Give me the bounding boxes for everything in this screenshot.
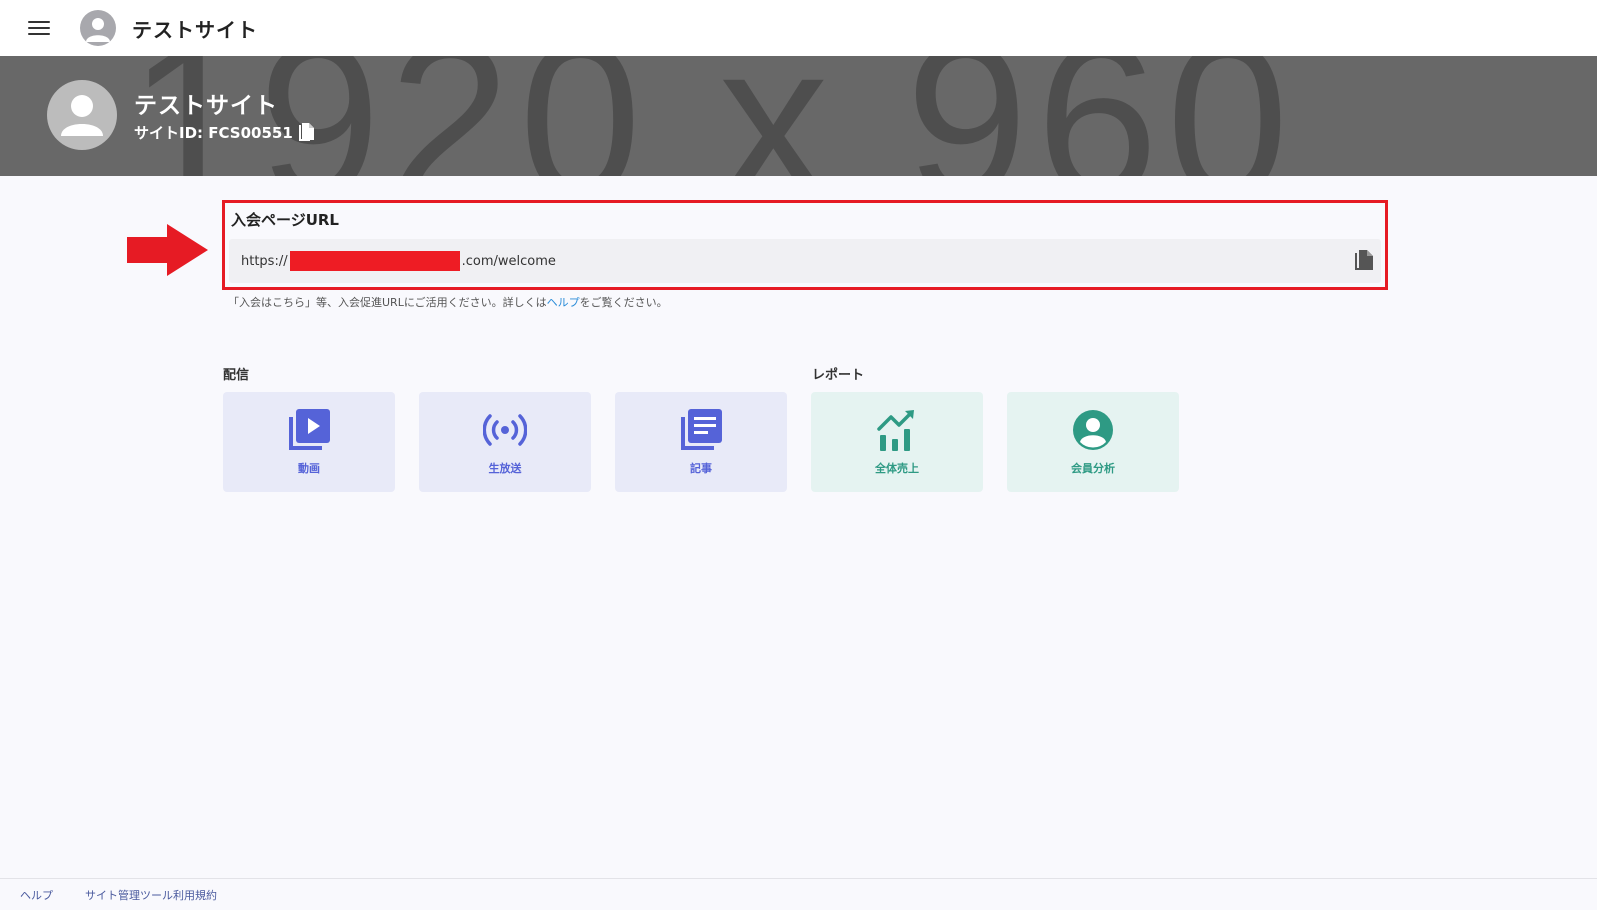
footer-terms-link[interactable]: サイト管理ツール利用規約	[85, 887, 217, 903]
help-link[interactable]: ヘルプ	[547, 296, 580, 309]
note-text: 「入会はこちら」等、入会促進URLにご活用ください。詳しくは	[228, 296, 547, 309]
tile-article[interactable]: 記事	[615, 392, 787, 492]
join-url-note: 「入会はこちら」等、入会促進URLにご活用ください。詳しくはヘルプをご覧ください…	[228, 294, 668, 310]
site-id: サイトID: FCS00551	[134, 122, 315, 143]
site-banner: 1920 x 960 テストサイト サイトID: FCS00551	[0, 56, 1597, 176]
person-icon	[61, 95, 103, 136]
article-icon	[681, 409, 722, 450]
join-url-field[interactable]: https:// .com/welcome	[229, 239, 1381, 283]
copy-icon[interactable]	[1355, 250, 1375, 272]
video-library-icon	[289, 409, 330, 450]
footer: ヘルプ サイト管理ツール利用規約	[0, 878, 1597, 910]
site-id-text: サイトID: FCS00551	[134, 124, 293, 142]
copy-icon[interactable]	[298, 122, 315, 143]
section-title-delivery: 配信	[223, 368, 250, 383]
tile-label: 動画	[298, 462, 320, 475]
site-avatar	[47, 80, 117, 150]
tile-label: 生放送	[488, 462, 522, 475]
person-icon	[86, 18, 110, 42]
avatar[interactable]	[80, 10, 116, 46]
section-title-report: レポート	[812, 368, 865, 383]
tile-label: 記事	[690, 462, 712, 475]
top-app-bar: テストサイト	[0, 0, 1597, 56]
url-prefix: https://	[241, 253, 288, 269]
tile-label: 全体売上	[875, 462, 919, 475]
live-broadcast-icon	[483, 414, 527, 446]
app-title: テストサイト	[132, 17, 258, 42]
footer-help-link[interactable]: ヘルプ	[20, 887, 53, 903]
annotation-arrow-icon	[127, 224, 208, 276]
site-name: テストサイト	[134, 93, 278, 119]
tile-live[interactable]: 生放送	[419, 392, 591, 492]
hamburger-menu-icon[interactable]	[28, 19, 50, 37]
join-url-label: 入会ページURL	[231, 211, 339, 229]
tile-member-analysis[interactable]: 会員分析	[1007, 392, 1179, 492]
url-suffix: .com/welcome	[461, 253, 556, 269]
join-url-highlight: 入会ページURL https:// .com/welcome	[222, 200, 1388, 290]
sales-chart-icon	[877, 410, 914, 451]
member-account-icon	[1073, 410, 1113, 450]
note-text-end: をご覧ください。	[579, 296, 668, 309]
redacted-block	[289, 251, 460, 271]
banner-placeholder-text: 1920 x 960	[128, 56, 1297, 176]
tile-label: 会員分析	[1071, 462, 1115, 475]
tile-video[interactable]: 動画	[223, 392, 395, 492]
tile-sales[interactable]: 全体売上	[811, 392, 983, 492]
